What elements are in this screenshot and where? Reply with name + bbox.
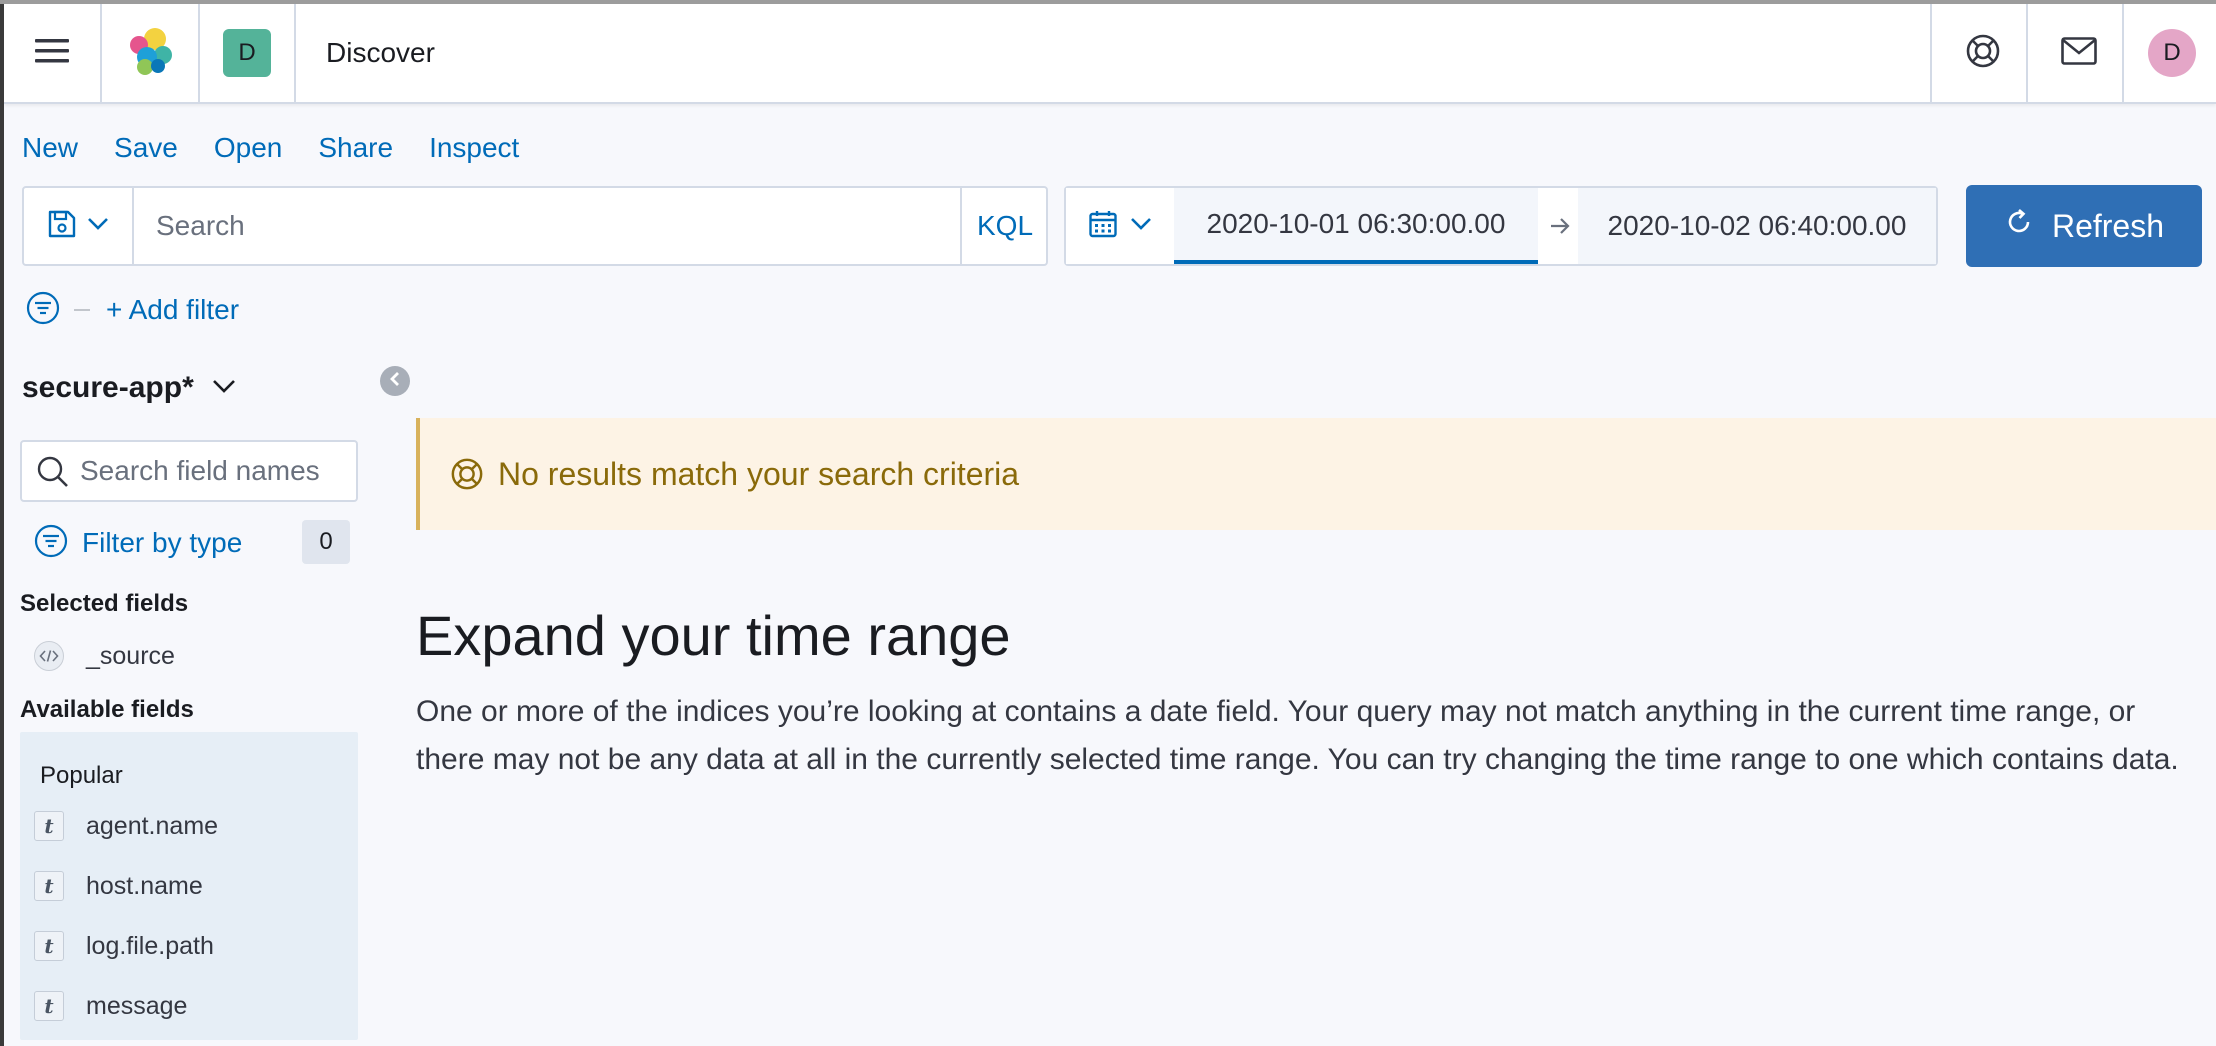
collapse-sidebar-button[interactable] (380, 366, 410, 396)
quick-select-button[interactable] (1066, 188, 1174, 264)
end-date-button[interactable]: 2020-10-02 06:40:00.00 (1578, 188, 1936, 264)
top-nav-inspect[interactable]: Inspect (429, 132, 519, 164)
query-language-toggle[interactable]: KQL (960, 188, 1048, 264)
top-nav-menu: New Save Open Share Inspect (22, 132, 555, 164)
save-disk-icon (47, 209, 77, 244)
newsfeed-button[interactable] (2032, 4, 2126, 102)
header-divider (2026, 4, 2028, 102)
arrow-right-icon (1542, 188, 1578, 264)
field-item-source[interactable]: _source (34, 634, 175, 678)
help-lifesaver-icon (450, 457, 484, 491)
refresh-button[interactable]: Refresh (1966, 185, 2202, 267)
field-name: log.file.path (86, 931, 214, 960)
header-divider (2122, 4, 2124, 102)
filter-separator (74, 309, 90, 311)
field-item-agent-name[interactable]: t agent.name (34, 804, 218, 848)
filter-bar: + Add filter (26, 290, 239, 330)
chevron-down-icon (1130, 217, 1152, 236)
field-search (20, 440, 358, 502)
no-results-callout: No results match your search criteria (416, 418, 2216, 530)
breadcrumb-discover: Discover (326, 37, 435, 68)
filter-count-badge: 0 (302, 520, 350, 564)
saved-query-button[interactable] (24, 188, 134, 264)
mail-icon (2061, 36, 2097, 70)
expand-time-range-text: One or more of the indices you’re lookin… (416, 695, 2179, 776)
field-item-message[interactable]: t message (34, 984, 187, 1028)
field-item-log-file-path[interactable]: t log.file.path (34, 924, 214, 968)
chevron-down-icon (87, 217, 109, 236)
space-avatar: D (223, 29, 271, 77)
top-nav-share[interactable]: Share (318, 132, 393, 164)
selected-fields-title: Selected fields (20, 590, 189, 617)
string-token-icon: t (34, 871, 64, 901)
field-search-input[interactable] (80, 442, 356, 500)
filter-icon (34, 524, 68, 563)
query-bar: KQL (22, 186, 1048, 266)
refresh-icon (2004, 207, 2034, 245)
string-token-icon: t (34, 811, 64, 841)
menu-button[interactable] (4, 4, 100, 102)
search-input[interactable] (134, 188, 960, 264)
help-menu-button[interactable] (1936, 4, 2030, 102)
callout-title: No results match your search criteria (498, 455, 1020, 492)
user-initial: D (2163, 39, 2181, 66)
filter-options-icon[interactable] (26, 291, 60, 330)
hamburger-icon (35, 37, 69, 70)
help-lifesaver-icon (1965, 33, 2001, 74)
field-name: agent.name (86, 811, 219, 840)
header-divider (294, 4, 296, 102)
code-token-icon (34, 641, 64, 671)
field-name: message (86, 991, 188, 1020)
space-selector[interactable]: D (200, 4, 294, 102)
logo-link[interactable] (102, 4, 198, 102)
search-icon (36, 455, 70, 494)
header-bar: D Discover D (4, 4, 2216, 104)
available-fields-title: Available fields (20, 696, 194, 723)
refresh-label: Refresh (2051, 207, 2165, 244)
chevron-down-icon (212, 378, 236, 399)
chevron-left-icon (388, 371, 402, 392)
field-name: host.name (86, 871, 203, 900)
expand-time-range-heading: Expand your time range (416, 604, 1011, 667)
index-pattern-switcher[interactable]: secure-app* (22, 366, 236, 410)
user-menu-button[interactable]: D (2128, 4, 2216, 102)
top-nav-open[interactable]: Open (214, 132, 283, 164)
string-token-icon: t (34, 931, 64, 961)
header-divider (1930, 4, 1932, 102)
filter-by-type-label: Filter by type (82, 527, 243, 558)
kibana-app: D Discover D New Save Open Share Inspect… (4, 4, 2216, 1046)
top-nav-save[interactable]: Save (114, 132, 178, 164)
start-date-button[interactable]: 2020-10-01 06:30:00.00 (1174, 188, 1538, 264)
date-picker: 2020-10-01 06:30:00.00 2020-10-02 06:40:… (1064, 186, 1938, 266)
index-pattern-title: secure-app* (22, 371, 194, 404)
field-item-host-name[interactable]: t host.name (34, 864, 203, 908)
popular-title: Popular (40, 762, 123, 789)
space-initial: D (238, 39, 256, 66)
calendar-icon (1088, 209, 1118, 244)
user-avatar: D (2148, 29, 2196, 77)
elastic-logo-icon (125, 26, 175, 81)
add-filter-button[interactable]: + Add filter (106, 294, 239, 326)
string-token-icon: t (34, 991, 64, 1021)
filter-by-type-button[interactable]: Filter by type (34, 518, 242, 568)
top-nav-new[interactable]: New (22, 132, 78, 164)
field-name: _source (86, 641, 175, 670)
